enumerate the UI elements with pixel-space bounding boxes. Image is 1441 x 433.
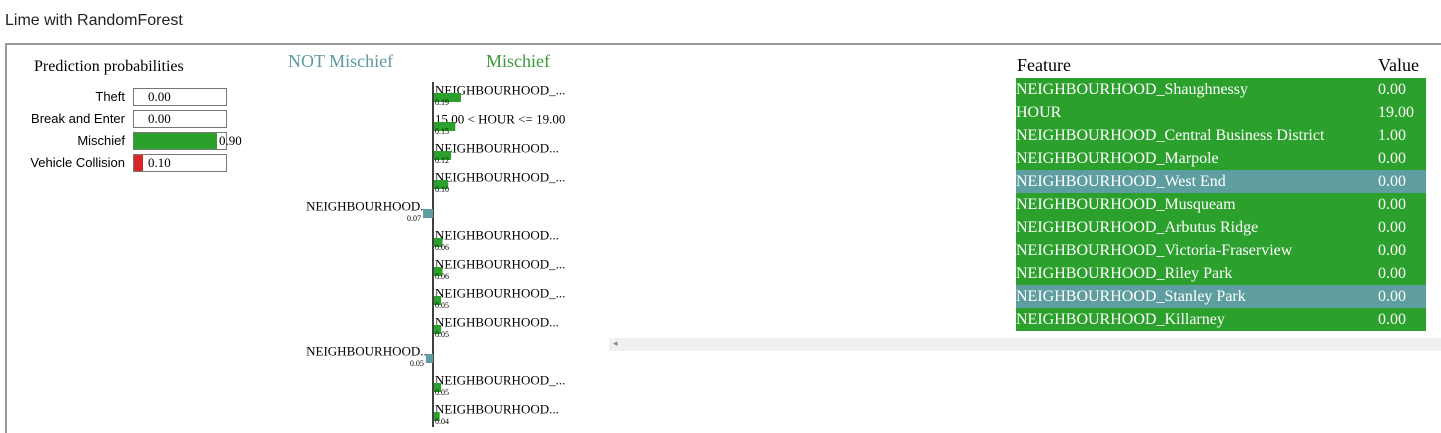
feature-weight-label: 0.06 bbox=[435, 272, 449, 281]
feature-name-cell: NEIGHBOURHOOD_West End bbox=[1016, 173, 1226, 190]
prob-row: Vehicle Collision 0.10 bbox=[0, 154, 290, 174]
feature-weight-label: 0.15 bbox=[435, 127, 449, 136]
feature-value-cell: 0.00 bbox=[1378, 265, 1406, 282]
feature-label: NEIGHBOURHOOD_... bbox=[435, 373, 565, 388]
feature-weight-label: 0.06 bbox=[435, 243, 449, 252]
positive-class-label: Mischief bbox=[486, 51, 550, 71]
feature-value-cell: 0.00 bbox=[1378, 311, 1406, 328]
table-row: NEIGHBOURHOOD_Musqueam 0.00 bbox=[1016, 193, 1426, 216]
feature-name-cell: NEIGHBOURHOOD_Stanley Park bbox=[1016, 288, 1246, 305]
feature-label: NEIGHBOURHOOD... bbox=[435, 315, 559, 330]
prob-class-label: Vehicle Collision bbox=[30, 155, 125, 170]
feature-name-cell: NEIGHBOURHOOD_Killarney bbox=[1016, 311, 1225, 328]
table-row: NEIGHBOURHOOD_Arbutus Ridge 0.00 bbox=[1016, 216, 1426, 239]
feature-name-cell: NEIGHBOURHOOD_Musqueam bbox=[1016, 196, 1236, 213]
value-column-header: Value bbox=[1378, 55, 1419, 75]
feature-value-cell: 0.00 bbox=[1378, 81, 1406, 98]
table-row: NEIGHBOURHOOD_Shaughnessy 0.00 bbox=[1016, 78, 1426, 101]
prob-bar-fill bbox=[134, 133, 217, 149]
feature-name-cell: NEIGHBOURHOOD_Shaughnessy bbox=[1016, 81, 1248, 98]
feature-bar bbox=[423, 209, 433, 218]
prob-value: 0.90 bbox=[219, 133, 242, 148]
feature-name-cell: HOUR bbox=[1016, 104, 1062, 121]
feature-weight-label: 0.05 bbox=[410, 359, 424, 368]
table-row: NEIGHBOURHOOD_Victoria-Fraserview 0.00 bbox=[1016, 239, 1426, 262]
feature-weight-label: 0.19 bbox=[435, 98, 449, 107]
feature-weight-label: 0.05 bbox=[435, 330, 449, 339]
prob-bar-box bbox=[133, 132, 227, 150]
table-row: NEIGHBOURHOOD_Central Business District 1… bbox=[1016, 124, 1426, 147]
feature-name-cell: NEIGHBOURHOOD_Victoria-Fraserview bbox=[1016, 242, 1293, 259]
feature-label: NEIGHBOURHOOD_... bbox=[435, 286, 565, 301]
feature-value-cell: 0.00 bbox=[1378, 242, 1406, 259]
feature-label: NEIGHBOURHOOD... bbox=[306, 344, 430, 359]
feature-weight-label: 0.05 bbox=[435, 388, 449, 397]
feature-label: NEIGHBOURHOOD... bbox=[306, 199, 430, 214]
feature-name-cell: NEIGHBOURHOOD_Central Business District bbox=[1016, 127, 1325, 144]
prob-class-label: Break and Enter bbox=[31, 111, 125, 126]
prob-value: 0.10 bbox=[148, 155, 171, 170]
explanation-chart: NEIGHBOURHOOD_...0.1915.00 < HOUR <= 19.… bbox=[306, 82, 565, 427]
scroll-left-icon[interactable]: ◂ bbox=[613, 338, 618, 351]
feature-value-table: NEIGHBOURHOOD_Shaughnessy 0.00 HOUR 19.00 NE… bbox=[1016, 78, 1426, 335]
table-row: NEIGHBOURHOOD_Riley Park 0.00 bbox=[1016, 262, 1426, 285]
feature-value-cell: 0.00 bbox=[1378, 173, 1406, 190]
feature-value-cell: 1.00 bbox=[1378, 127, 1406, 144]
feature-value-cell: 0.00 bbox=[1378, 288, 1406, 305]
feature-value-cell: 19.00 bbox=[1378, 104, 1414, 121]
feature-weight-label: 0.10 bbox=[435, 185, 449, 194]
feature-name-cell: NEIGHBOURHOOD_Riley Park bbox=[1016, 265, 1233, 282]
prob-row: Break and Enter 0.00 bbox=[0, 110, 290, 130]
prob-row: Mischief 0.90 bbox=[0, 132, 290, 152]
feature-name-cell: NEIGHBOURHOOD_Marpole bbox=[1016, 150, 1219, 167]
prob-class-label: Theft bbox=[95, 89, 125, 104]
feature-name-cell: NEIGHBOURHOOD_Arbutus Ridge bbox=[1016, 219, 1259, 236]
negative-class-label: NOT Mischief bbox=[288, 51, 394, 71]
feature-bar bbox=[425, 354, 433, 363]
table-row: NEIGHBOURHOOD_Killarney 0.00 bbox=[1016, 308, 1426, 331]
table-row: NEIGHBOURHOOD_Marpole 0.00 bbox=[1016, 147, 1426, 170]
prob-value: 0.00 bbox=[148, 111, 171, 126]
feature-label: NEIGHBOURHOOD... bbox=[435, 228, 559, 243]
feature-label: NEIGHBOURHOOD_... bbox=[435, 257, 565, 272]
prob-bar-fill bbox=[134, 155, 143, 171]
feature-value-cell: 0.00 bbox=[1378, 196, 1406, 213]
prob-row: Theft 0.00 bbox=[0, 88, 290, 108]
feature-weight-label: 0.05 bbox=[435, 301, 449, 310]
feature-weight-label: 0.07 bbox=[407, 214, 421, 223]
table-row: NEIGHBOURHOOD_West End 0.00 bbox=[1016, 170, 1426, 193]
feature-value-cell: 0.00 bbox=[1378, 150, 1406, 167]
table-row: NEIGHBOURHOOD_Stanley Park 0.00 bbox=[1016, 285, 1426, 308]
prediction-probabilities-title: Prediction probabilities bbox=[34, 58, 184, 75]
prob-class-label: Mischief bbox=[77, 133, 125, 148]
app-title: Lime with RandomForest bbox=[5, 12, 183, 29]
feature-label: NEIGHBOURHOOD_... bbox=[435, 170, 565, 185]
feature-label: NEIGHBOURHOOD... bbox=[435, 402, 559, 417]
feature-column-header: Feature bbox=[1017, 55, 1071, 75]
table-row: HOUR 19.00 bbox=[1016, 101, 1426, 124]
feature-label: NEIGHBOURHOOD... bbox=[435, 141, 559, 156]
prob-value: 0.00 bbox=[148, 89, 171, 104]
feature-weight-label: 0.12 bbox=[435, 156, 449, 165]
horizontal-scrollbar[interactable]: ◂ bbox=[609, 338, 1441, 351]
feature-value-cell: 0.00 bbox=[1378, 219, 1406, 236]
feature-weight-label: 0.04 bbox=[435, 417, 449, 426]
